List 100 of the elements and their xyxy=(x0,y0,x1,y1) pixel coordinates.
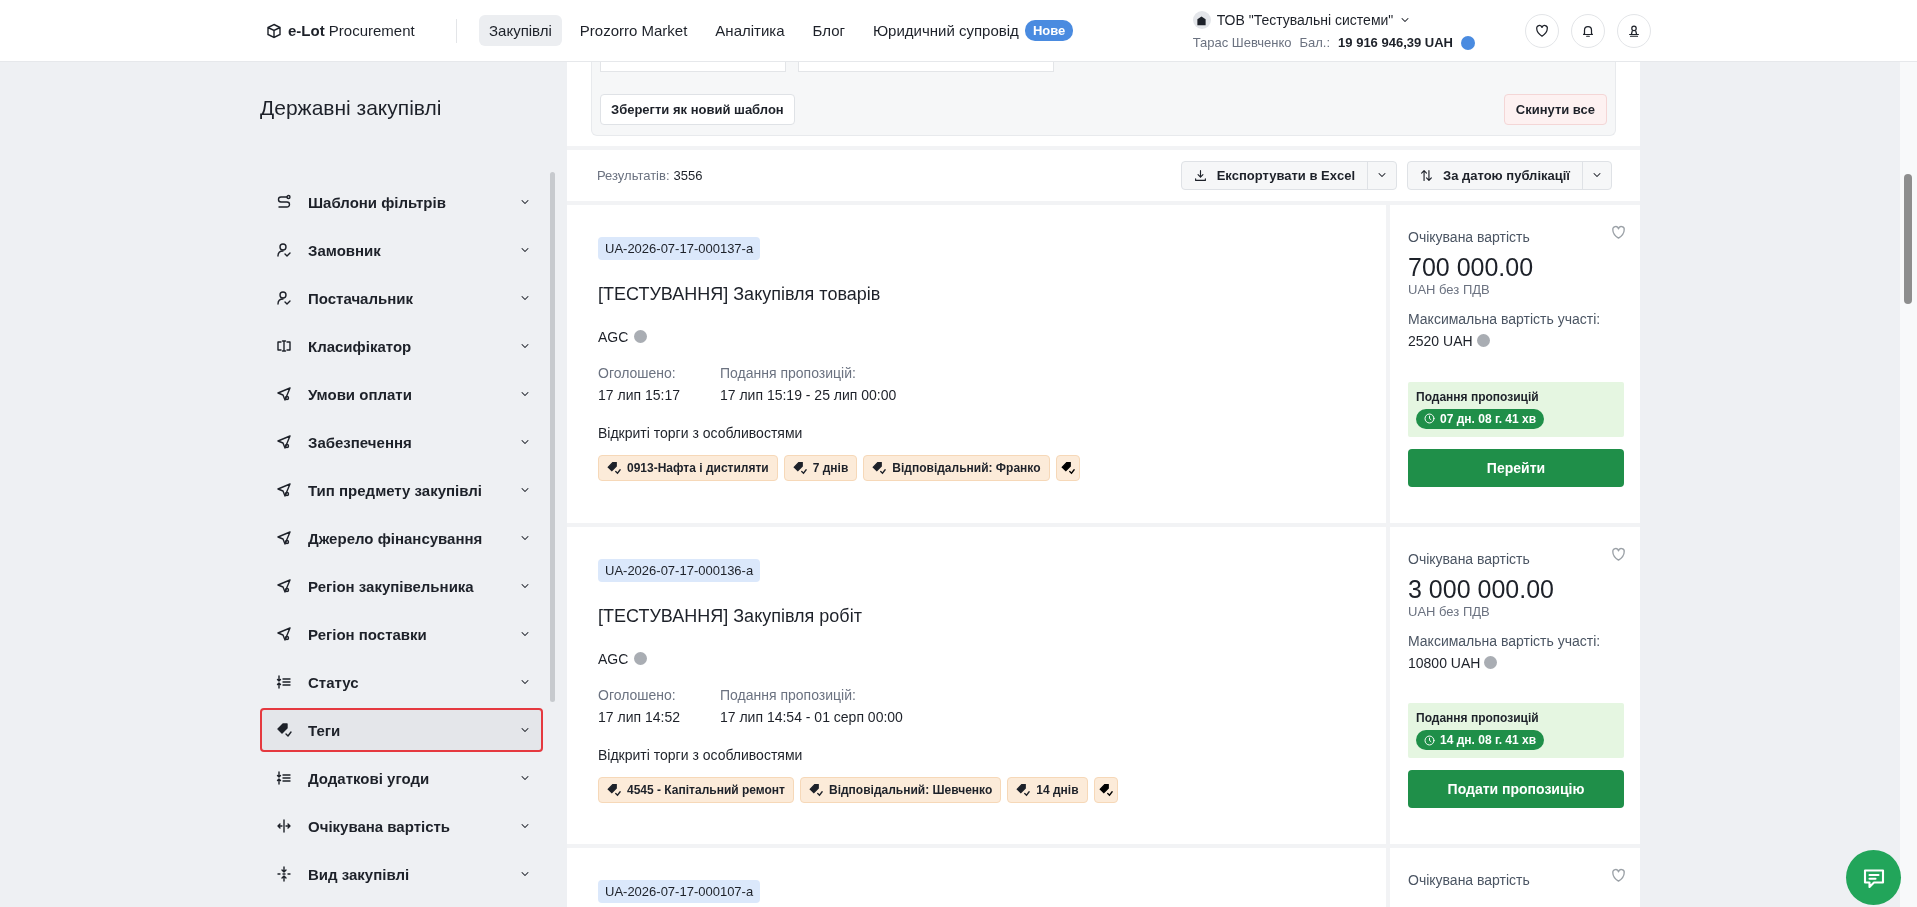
tag-check-icon xyxy=(607,782,621,797)
filter-section[interactable]: Тип предмету закупівлі xyxy=(260,468,543,512)
filter-section[interactable]: Регіон поставки xyxy=(260,612,543,656)
add-tag-button[interactable] xyxy=(1093,776,1118,803)
scrollbar-thumb[interactable] xyxy=(1904,174,1912,304)
heart-icon xyxy=(1611,224,1626,240)
download-icon xyxy=(1193,168,1207,182)
organization-name[interactable]: ТОВ "Тестувальні системи" xyxy=(1216,12,1394,28)
action-button[interactable]: Перейти xyxy=(1408,448,1624,487)
scrollbar-thumb[interactable] xyxy=(550,172,555,702)
filter-section[interactable]: Очікувана вартість xyxy=(260,804,543,848)
filter-section[interactable]: Регіон закупівельника xyxy=(260,564,543,608)
date-label: Подання пропозицій: xyxy=(719,686,857,703)
sidebar-title: Державні закупівлі xyxy=(260,96,442,119)
brand-name[interactable]: e-Lot Procurement xyxy=(288,22,415,39)
results-label: Результатів: xyxy=(597,167,670,183)
route-icon xyxy=(276,194,292,210)
chat-button[interactable] xyxy=(1846,850,1901,905)
nav-tab[interactable]: Блог xyxy=(802,15,855,46)
stamp-icon xyxy=(1627,23,1641,38)
countdown-badge: 14 дн. 08 г. 41 хв xyxy=(1416,730,1545,751)
max-value-label: Максимальна вартість участі: xyxy=(1408,632,1602,649)
buyer-name: AGC xyxy=(598,650,629,667)
reset-button[interactable]: Скинути все xyxy=(1503,94,1607,125)
value-label: Очікувана вартість xyxy=(1408,228,1530,245)
date-value: 17 лип 15:19 - 25 лип 00:00 xyxy=(719,386,897,403)
date-label: Оголошено: xyxy=(598,364,677,381)
tag[interactable]: 4545 - Капітальний ремонт xyxy=(598,776,794,803)
tag[interactable]: 0913-Нафта і дистиляти xyxy=(598,454,778,481)
save-template-button[interactable]: Зберегти як новий шаблон xyxy=(600,94,795,125)
filter-section[interactable]: Вид закупівлі xyxy=(260,852,543,896)
tag-check-icon xyxy=(276,722,292,738)
nav-tab[interactable]: Юридичний супровід Нове xyxy=(862,13,1084,48)
date-value: 17 лип 15:17 xyxy=(598,386,680,403)
filter-section[interactable]: Умови оплати xyxy=(260,372,543,416)
send-icon xyxy=(276,626,292,642)
favorites-button[interactable] xyxy=(1525,13,1559,48)
dropdown-field[interactable] xyxy=(798,62,1054,72)
filter-section[interactable]: Постачальник xyxy=(260,276,543,320)
filter-section[interactable]: Замовник xyxy=(260,228,543,272)
tag-plus-icon xyxy=(1060,460,1075,475)
tag-check-icon xyxy=(872,460,887,475)
profile-button[interactable] xyxy=(1617,13,1651,48)
expected-value: 700 000.00 xyxy=(1408,252,1535,282)
clock-icon xyxy=(1424,413,1435,425)
filter-section[interactable]: Класифікатор xyxy=(260,324,543,368)
filter-section[interactable]: Шаблони фільтрів xyxy=(260,180,543,224)
send-icon xyxy=(276,578,292,594)
heart-icon xyxy=(1611,868,1626,884)
user-check-icon xyxy=(276,290,292,306)
results-count: 3556 xyxy=(673,167,703,183)
sort-arrows-icon xyxy=(1420,168,1433,182)
value-note: UAH без ПДВ xyxy=(1408,603,1491,619)
text-cursor-icon xyxy=(276,338,292,354)
status-label: Подання пропозицій xyxy=(1416,389,1540,404)
tag[interactable]: 7 днів xyxy=(783,454,858,481)
tag-check-icon xyxy=(792,460,807,475)
balance-amount: 19 916 946,39 UAH xyxy=(1338,35,1453,50)
tender-id[interactable]: UA-2026-07-17-000107-a xyxy=(598,880,761,904)
sort-list-icon xyxy=(276,770,292,786)
user-name: Тарас Шевченко xyxy=(1192,35,1292,50)
buyer-name: AGC xyxy=(598,328,629,345)
tag-check-icon xyxy=(1016,782,1031,797)
add-tag-button[interactable] xyxy=(1055,454,1080,481)
dropdown-field[interactable] xyxy=(600,62,786,72)
clock-icon xyxy=(1424,734,1435,746)
balance-label: Бал.: xyxy=(1299,35,1331,50)
action-button[interactable]: Подати пропозицію xyxy=(1408,770,1624,809)
date-label: Подання пропозицій: xyxy=(719,364,857,381)
notifications-button[interactable] xyxy=(1571,13,1605,48)
filter-section[interactable]: Теги xyxy=(260,708,543,752)
tag-check-icon xyxy=(809,782,823,797)
user-check-icon xyxy=(276,242,292,258)
collapse-vertical-icon xyxy=(276,866,292,882)
max-value: 10800 UAH xyxy=(1408,654,1481,671)
tender-id[interactable]: UA-2026-07-17-000136-a xyxy=(598,558,761,582)
value-label: Очікувана вартість xyxy=(1408,872,1530,889)
max-value-label: Максимальна вартість участі: xyxy=(1408,310,1602,327)
filter-section[interactable]: Забезпечення xyxy=(260,420,543,464)
filter-section[interactable]: Джерело фінансування xyxy=(260,516,543,560)
send-icon xyxy=(276,530,292,546)
tender-title[interactable]: [ТЕСТУВАННЯ] Закупівля товарів xyxy=(598,283,1355,305)
tag[interactable]: Відповідальний: Шевченко xyxy=(800,776,1002,803)
nav-tab[interactable]: Аналітика xyxy=(705,15,795,46)
cube-logo-icon xyxy=(266,22,282,39)
filter-section[interactable]: Додаткові угоди xyxy=(260,756,543,800)
nav-tab[interactable]: Закупівлі xyxy=(479,15,562,46)
tag[interactable]: 14 днів xyxy=(1007,776,1088,803)
countdown-badge: 07 дн. 08 г. 41 хв xyxy=(1416,408,1545,429)
filter-section[interactable]: Статус xyxy=(260,660,543,704)
tender-title[interactable]: [ТЕСТУВАННЯ] Закупівля робіт xyxy=(598,605,1355,627)
date-value: 17 лип 14:54 - 01 серп 00:00 xyxy=(719,708,903,725)
expected-value: 3 000 000.00 xyxy=(1408,574,1555,604)
tender-id[interactable]: UA-2026-07-17-000137-a xyxy=(598,236,761,260)
procedure-type: Відкриті торги з особливостями xyxy=(598,746,804,763)
heart-icon xyxy=(1611,546,1626,562)
tag[interactable]: Відповідальний: Франко xyxy=(863,454,1050,481)
status-label: Подання пропозицій xyxy=(1416,711,1540,726)
procedure-type: Відкриті торги з особливостями xyxy=(598,424,804,441)
nav-tab[interactable]: Prozorro Market xyxy=(569,15,698,46)
